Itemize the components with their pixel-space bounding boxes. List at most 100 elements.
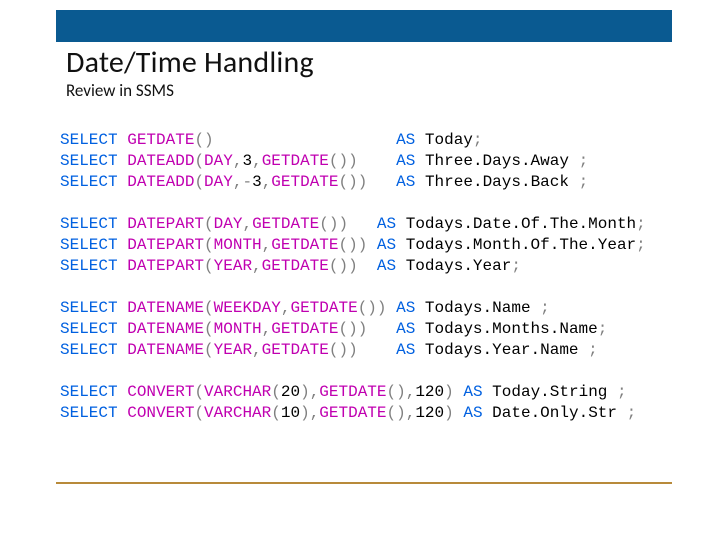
code-token: GETDATE bbox=[262, 257, 329, 275]
code-token: VARCHAR bbox=[204, 383, 271, 401]
code-token: 3 bbox=[252, 173, 262, 191]
code-line: SELECT DATEPART(MONTH,GETDATE()) AS Toda… bbox=[60, 235, 672, 256]
code-token: Todays.Year bbox=[406, 257, 512, 275]
code-token: ( bbox=[204, 299, 214, 317]
code-token: GETDATE bbox=[319, 404, 386, 422]
code-token: ; bbox=[636, 236, 646, 254]
code-token: AS bbox=[396, 152, 425, 170]
code-token: SELECT bbox=[60, 404, 127, 422]
code-token bbox=[387, 299, 397, 317]
code-token: ( bbox=[194, 404, 204, 422]
code-token: DATEADD bbox=[127, 152, 194, 170]
code-token: AS bbox=[396, 341, 425, 359]
code-token: AS bbox=[396, 320, 425, 338]
code-token: , bbox=[252, 257, 262, 275]
code-token bbox=[358, 257, 377, 275]
code-token: ()) bbox=[338, 320, 367, 338]
code-line bbox=[60, 277, 672, 298]
code-token: DAY bbox=[214, 215, 243, 233]
code-line: SELECT DATEPART(YEAR,GETDATE()) AS Today… bbox=[60, 256, 672, 277]
code-token: Todays.Months.Name bbox=[425, 320, 598, 338]
code-token: 120 bbox=[415, 383, 444, 401]
code-token: DATEPART bbox=[127, 236, 204, 254]
code-token: AS bbox=[377, 215, 406, 233]
code-token: Today bbox=[425, 131, 473, 149]
code-token: , bbox=[242, 215, 252, 233]
header-band bbox=[56, 10, 672, 42]
code-token: SELECT bbox=[60, 299, 127, 317]
code-token: ) bbox=[300, 383, 310, 401]
code-token: ( bbox=[194, 152, 204, 170]
code-token: Todays.Name bbox=[425, 299, 540, 317]
code-token: DATEADD bbox=[127, 173, 194, 191]
code-token: , bbox=[406, 383, 416, 401]
code-token: ; bbox=[579, 173, 589, 191]
code-token: GETDATE bbox=[271, 173, 338, 191]
code-token: SELECT bbox=[60, 215, 127, 233]
code-token: ()) bbox=[329, 152, 358, 170]
code-token: ()) bbox=[339, 173, 368, 191]
code-token: ()) bbox=[338, 236, 367, 254]
code-token: 120 bbox=[415, 404, 444, 422]
code-token: DATENAME bbox=[127, 341, 204, 359]
code-token: YEAR bbox=[214, 341, 252, 359]
code-token bbox=[358, 341, 396, 359]
code-token: DATENAME bbox=[127, 320, 204, 338]
code-token: AS bbox=[377, 257, 406, 275]
code-token: DATEPART bbox=[127, 257, 204, 275]
code-token: , bbox=[310, 404, 320, 422]
code-token bbox=[358, 152, 396, 170]
code-block: SELECT GETDATE() AS Today;SELECT DATEADD… bbox=[60, 130, 672, 424]
code-token: GETDATE bbox=[262, 152, 329, 170]
code-line bbox=[60, 361, 672, 382]
code-token: Date.Only.Str bbox=[492, 404, 626, 422]
code-token: , bbox=[262, 320, 272, 338]
code-token: ; bbox=[473, 131, 483, 149]
code-token: ()) bbox=[358, 299, 387, 317]
code-line: SELECT DATEADD(DAY,3,GETDATE()) AS Three… bbox=[60, 151, 672, 172]
code-token: SELECT bbox=[60, 131, 127, 149]
code-token: CONVERT bbox=[127, 383, 194, 401]
code-token bbox=[454, 404, 464, 422]
code-token: ; bbox=[579, 152, 589, 170]
code-token bbox=[367, 173, 396, 191]
code-token: MONTH bbox=[214, 320, 262, 338]
code-token: ) bbox=[444, 404, 454, 422]
code-token: ( bbox=[194, 173, 204, 191]
code-token: , bbox=[262, 236, 272, 254]
code-token bbox=[214, 131, 396, 149]
code-token: ) bbox=[300, 404, 310, 422]
code-line: SELECT DATENAME(WEEKDAY,GETDATE()) AS To… bbox=[60, 298, 672, 319]
code-token: , bbox=[252, 152, 262, 170]
code-token: DAY bbox=[204, 152, 233, 170]
code-token: SELECT bbox=[60, 383, 127, 401]
code-token: , bbox=[252, 341, 262, 359]
code-token: ( bbox=[271, 404, 281, 422]
code-token: DATENAME bbox=[127, 299, 204, 317]
code-token: SELECT bbox=[60, 257, 127, 275]
code-token: SELECT bbox=[60, 236, 127, 254]
code-token: AS bbox=[396, 131, 425, 149]
code-token: () bbox=[194, 131, 213, 149]
code-token: GETDATE bbox=[127, 131, 194, 149]
code-token: DATEPART bbox=[127, 215, 204, 233]
code-token: ()) bbox=[329, 341, 358, 359]
code-line bbox=[60, 193, 672, 214]
code-token: SELECT bbox=[60, 341, 127, 359]
code-line: SELECT CONVERT(VARCHAR(20),GETDATE(),120… bbox=[60, 382, 672, 403]
code-token bbox=[454, 383, 464, 401]
code-token bbox=[348, 215, 377, 233]
code-token: SELECT bbox=[60, 320, 127, 338]
code-token: Todays.Date.Of.The.Month bbox=[406, 215, 636, 233]
code-token: , bbox=[310, 383, 320, 401]
code-token: AS bbox=[396, 173, 425, 191]
code-line: SELECT CONVERT(VARCHAR(10),GETDATE(),120… bbox=[60, 403, 672, 424]
code-token: Todays.Year.Name bbox=[425, 341, 588, 359]
code-token: ; bbox=[598, 320, 608, 338]
code-token: ( bbox=[204, 320, 214, 338]
code-token: Todays.Month.Of.The.Year bbox=[406, 236, 636, 254]
code-token: , bbox=[406, 404, 416, 422]
code-token: AS bbox=[463, 404, 492, 422]
slide: Date/Time Handling Review in SSMS SELECT… bbox=[0, 0, 720, 540]
code-token: 20 bbox=[281, 383, 300, 401]
